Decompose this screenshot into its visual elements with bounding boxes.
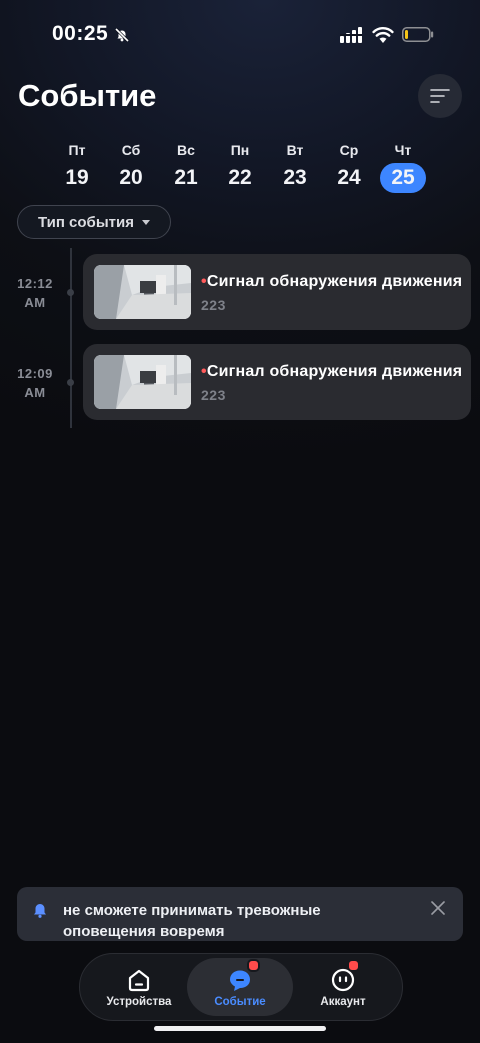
timeline-dot [67, 379, 74, 386]
date-day: 25 [380, 163, 426, 193]
bell-icon [34, 904, 46, 918]
date-day: 24 [337, 166, 361, 189]
date-item[interactable]: Вт 23 [268, 140, 322, 193]
event-time-clock: 12:12 [17, 276, 53, 291]
date-weekday: Ср [339, 142, 359, 158]
close-icon[interactable] [431, 901, 445, 915]
date-weekday: Сб [121, 142, 141, 158]
event-device: 223 [201, 297, 226, 313]
status-time: 00:25 [52, 22, 109, 45]
event-thumbnail[interactable] [94, 355, 191, 409]
event-time-period: AM [24, 385, 46, 400]
event-time: 12:09 AM [10, 364, 60, 402]
event-title: •Сигнал обнаружения движения [201, 363, 463, 381]
date-weekday: Вс [177, 142, 195, 158]
event-time-clock: 12:09 [17, 366, 53, 381]
timeline-line [70, 248, 72, 428]
date-item[interactable]: Пн 22 [213, 140, 267, 193]
date-weekday: Чт [394, 142, 412, 158]
event-type-filter[interactable]: Тип события [17, 205, 171, 239]
event-device: 223 [201, 387, 226, 403]
date-item[interactable]: Ср 24 [322, 140, 376, 193]
date-day: 23 [283, 166, 307, 189]
tab-account[interactable]: Аккаунт [290, 958, 396, 1016]
date-weekday: Пн [230, 142, 250, 158]
event-thumbnail[interactable] [94, 265, 191, 319]
date-day: 20 [119, 166, 143, 189]
notification-badge [247, 959, 260, 972]
event-card[interactable]: •Сигнал обнаружения движения 223 [83, 344, 471, 420]
event-card[interactable]: •Сигнал обнаружения движения 223 [83, 254, 471, 330]
event-title-text: Сигнал обнаружения движения [206, 273, 463, 290]
bottom-tab-bar: Устройства Событие Аккаунт [79, 953, 403, 1021]
page-title: Событие [18, 78, 157, 113]
event-type-label: Тип события [38, 213, 134, 231]
notification-badge [347, 959, 360, 972]
tab-label: Событие [214, 996, 266, 1008]
tab-devices[interactable]: Устройства [86, 958, 192, 1016]
bell-slash-icon [114, 27, 130, 43]
sort-lines-icon [430, 89, 450, 103]
tab-label: Аккаунт [320, 996, 366, 1008]
date-weekday: Пт [68, 142, 86, 158]
date-item-selected[interactable]: Чт 25 [376, 140, 430, 193]
date-selector: Пт 19 Сб 20 Вс 21 Пн 22 Вт 23 Ср 24 Чт 2… [50, 140, 440, 196]
tab-label: Устройства [106, 996, 172, 1008]
home-indicator [154, 1026, 326, 1031]
notification-text: не сможете принимать тревожные оповещени… [63, 902, 321, 940]
date-day: 22 [228, 166, 252, 189]
filter-sort-button[interactable] [418, 74, 462, 118]
date-weekday: Вт [286, 142, 304, 158]
event-title-text: Сигнал обнаружения движения [206, 363, 463, 380]
wifi-icon [372, 27, 394, 43]
timeline-dot [67, 289, 74, 296]
cellular-signal-icon [340, 27, 362, 43]
date-item[interactable]: Пт 19 [50, 140, 104, 193]
date-item[interactable]: Вс 21 [159, 140, 213, 193]
home-icon [128, 969, 150, 992]
event-title: •Сигнал обнаружения движения [201, 273, 463, 291]
battery-low-icon [402, 27, 434, 42]
date-day: 19 [65, 166, 89, 189]
status-bar: 00:25 [0, 0, 480, 70]
tab-events[interactable]: Событие [187, 958, 293, 1016]
event-time: 12:12 AM [10, 274, 60, 312]
date-item[interactable]: Сб 20 [104, 140, 158, 193]
event-time-period: AM [24, 295, 46, 310]
caret-down-icon [141, 219, 150, 225]
notification-banner: не сможете принимать тревожные оповещени… [17, 887, 463, 941]
date-day: 21 [174, 166, 198, 189]
